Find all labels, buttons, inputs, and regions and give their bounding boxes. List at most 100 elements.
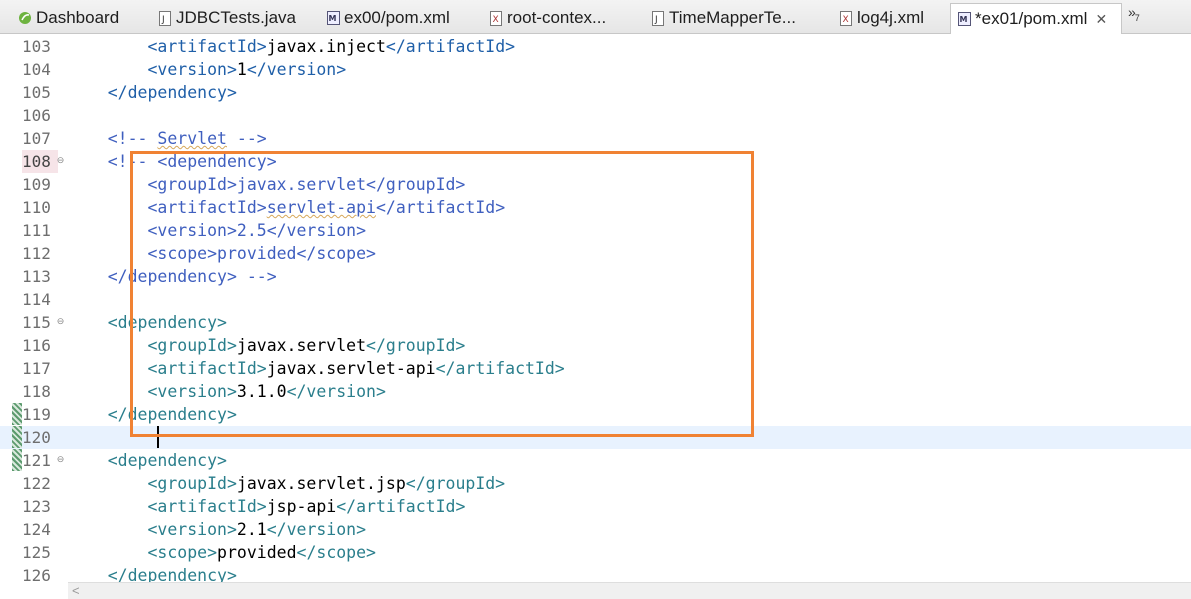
code-line[interactable]: 112 <scope>provided</scope> [0, 242, 1191, 265]
code-token: </scope> [296, 543, 376, 562]
tab-5[interactable]: Xlog4j.xml [833, 4, 943, 32]
code-token: <version> [147, 520, 237, 539]
line-number: 126 [22, 566, 51, 585]
code-line[interactable]: 119 </dependency> [0, 403, 1191, 426]
code-text: <version>2.1</version> [68, 518, 366, 541]
code-token: <artifactId> [147, 359, 267, 378]
line-number: 125 [22, 543, 51, 562]
code-line[interactable]: 108 ⊖ <!-- <dependency> [0, 150, 1191, 173]
code-line[interactable]: 116 <groupId>javax.servlet</groupId> [0, 334, 1191, 357]
code-token: </groupId> [405, 474, 506, 493]
line-number: 104 [22, 60, 51, 79]
tab-label: JDBCTests.java [176, 8, 296, 27]
code-line[interactable]: 117 <artifactId>javax.servlet-api</artif… [0, 357, 1191, 380]
code-line[interactable]: 103 <artifactId>javax.inject</artifactId… [0, 35, 1191, 58]
code-text: <dependency> [68, 311, 227, 334]
close-icon[interactable]: ✕ [1095, 11, 1107, 28]
tab-overflow-button[interactable]: »7 [1128, 4, 1140, 23]
tab-label: *ex01/pom.xml [975, 9, 1088, 28]
tab-label: TimeMapperTe... [669, 8, 796, 27]
code-line[interactable]: 114 [0, 288, 1191, 311]
code-line[interactable]: 124 <version>2.1</version> [0, 518, 1191, 541]
line-number: 116 [22, 336, 51, 355]
code-line[interactable]: 113 </dependency> --> [0, 265, 1191, 288]
code-token: <version>2.5</version> [147, 221, 367, 240]
tab-label: ex00/pom.xml [344, 8, 450, 27]
line-number: 123 [22, 497, 51, 516]
line-number: 111 [22, 221, 51, 240]
code-editor[interactable]: 103 <artifactId>javax.inject</artifactId… [0, 34, 1191, 599]
code-text: <artifactId>servlet-api</artifactId> [68, 196, 505, 219]
overflow-chevron-icon: » [1128, 4, 1136, 20]
code-line[interactable]: 120 [0, 426, 1191, 449]
line-number: 103 [22, 37, 51, 56]
line-number: 110 [22, 198, 51, 217]
tab-label: Dashboard [36, 8, 120, 27]
code-line[interactable]: 111 <version>2.5</version> [0, 219, 1191, 242]
code-text: <!-- Servlet --> [68, 127, 267, 150]
code-token: </groupId> [366, 336, 466, 355]
code-token: <groupId> [147, 336, 237, 355]
tab-2[interactable]: Mex00/pom.xml [320, 4, 470, 32]
java-file-icon: J [651, 10, 665, 26]
line-number: 119 [22, 405, 51, 424]
code-text: </dependency> --> [68, 265, 277, 288]
tab-1[interactable]: J JDBCTests.java [152, 4, 312, 32]
svg-text:X: X [493, 15, 499, 25]
line-number: 118 [22, 382, 51, 401]
tab-3[interactable]: Xroot-contex... [483, 4, 633, 32]
horizontal-scrollbar[interactable]: < [68, 582, 1191, 599]
code-text: <artifactId>javax.inject</artifactId> [68, 35, 515, 58]
tab-0[interactable]: Dashboard [12, 4, 137, 32]
code-line[interactable]: 121 ⊖ <dependency> [0, 449, 1191, 472]
code-line[interactable]: 106 [0, 104, 1191, 127]
code-line[interactable]: 104 <version>1</version> [0, 58, 1191, 81]
scroll-left-icon[interactable]: < [72, 583, 80, 598]
line-number: 105 [22, 83, 51, 102]
fold-collapse-icon[interactable]: ⊖ [56, 156, 65, 165]
code-token: <dependency> [107, 313, 227, 332]
code-token: </version> [286, 382, 386, 401]
code-token: javax.servlet [236, 336, 367, 355]
code-token: 2.1 [236, 520, 267, 539]
fold-collapse-icon[interactable]: ⊖ [56, 455, 65, 464]
code-line[interactable]: 125 <scope>provided</scope> [0, 541, 1191, 564]
tab-4[interactable]: J TimeMapperTe... [645, 4, 820, 32]
code-token: </artifactId> [385, 37, 516, 56]
code-line[interactable]: 105 </dependency> [0, 81, 1191, 104]
line-number: 112 [22, 244, 51, 263]
code-line[interactable]: 118 <version>3.1.0</version> [0, 380, 1191, 403]
code-line[interactable]: 122 <groupId>javax.servlet.jsp</groupId> [0, 472, 1191, 495]
svg-text:J: J [654, 15, 658, 25]
overflow-count: 7 [1134, 12, 1140, 23]
code-text: <groupId>javax.servlet</groupId> [68, 334, 465, 357]
line-number: 120 [22, 428, 51, 447]
code-line[interactable]: 110 <artifactId>servlet-api</artifactId> [0, 196, 1191, 219]
code-token: --> [226, 129, 267, 148]
code-token: <artifactId> [147, 497, 267, 516]
code-line[interactable]: 109 <groupId>javax.servlet</groupId> [0, 173, 1191, 196]
code-line[interactable]: 123 <artifactId>jsp-api</artifactId> [0, 495, 1191, 518]
code-line[interactable]: 115 ⊖ <dependency> [0, 311, 1191, 334]
code-text: <artifactId>javax.servlet-api</artifactI… [68, 357, 564, 380]
tab-label: root-contex... [507, 8, 607, 27]
tab-6[interactable]: M *ex01/pom.xml ✕ [950, 3, 1122, 34]
code-text: </dependency> [68, 81, 237, 104]
fold-collapse-icon[interactable]: ⊖ [56, 317, 65, 326]
java-file-icon: J [158, 10, 172, 26]
code-token: <artifactId> [147, 37, 267, 56]
code-line[interactable]: 107 <!-- Servlet --> [0, 127, 1191, 150]
code-text: <artifactId>jsp-api</artifactId> [68, 495, 465, 518]
code-token: <groupId>javax.servlet</groupId> [147, 175, 466, 194]
